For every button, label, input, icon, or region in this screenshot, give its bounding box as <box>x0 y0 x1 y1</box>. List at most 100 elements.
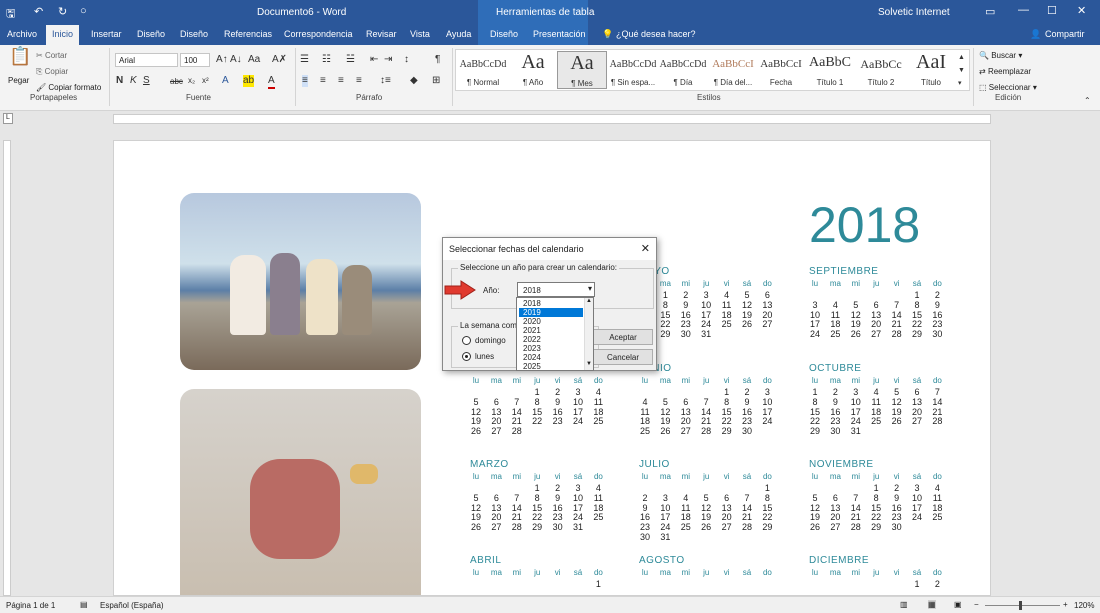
superscript-icon[interactable]: x² <box>202 75 209 87</box>
styles-more-icon[interactable]: ▾ <box>958 78 962 90</box>
subscript-icon[interactable]: x₂ <box>188 75 195 87</box>
read-mode-icon[interactable]: ▥ <box>900 600 908 609</box>
style-fecha[interactable]: AaBbCcI Fecha <box>756 51 806 89</box>
year-option[interactable]: 2022 <box>519 335 583 344</box>
style-dia-del[interactable]: AaBbCcI ¶ Día del... <box>708 51 758 89</box>
font-name-combo[interactable]: Arial <box>115 53 178 67</box>
tab-presentacion[interactable]: Presentación <box>533 29 586 39</box>
maximize-icon[interactable]: ☐ <box>1047 4 1057 17</box>
web-layout-icon[interactable]: ▣ <box>954 600 962 609</box>
year-option[interactable]: 2019 <box>519 308 583 317</box>
redo-icon[interactable]: ↻ <box>58 5 67 18</box>
bullets-icon[interactable]: ☰ <box>300 54 309 66</box>
tab-vista[interactable]: Vista <box>410 29 430 39</box>
justify-icon[interactable]: ≡ <box>356 75 362 87</box>
style-titulo-1[interactable]: AaBbC Título 1 <box>805 51 855 89</box>
font-size-combo[interactable]: 100 <box>180 53 210 67</box>
undo-icon[interactable]: ↶ <box>34 5 43 18</box>
sort-icon[interactable]: ↕ <box>404 54 409 66</box>
sunday-label[interactable]: domingo <box>475 336 506 345</box>
tell-me-input[interactable]: ¿Qué desea hacer? <box>616 29 696 39</box>
shading-icon[interactable]: ◆ <box>410 75 418 87</box>
year-option[interactable]: 2020 <box>519 317 583 326</box>
zoom-slider[interactable] <box>985 601 1060 610</box>
share-button[interactable]: Compartir <box>1045 29 1085 39</box>
shrink-font-icon[interactable]: A↓ <box>230 54 242 66</box>
photo-boy-running[interactable] <box>180 389 421 595</box>
styles-scroll-up-icon[interactable]: ▲ <box>958 52 965 64</box>
style-titulo[interactable]: AaI Título <box>906 51 956 89</box>
year-options-list[interactable]: ▲ ▼ 2018 2019 2020 2021 2022 2023 2024 2025 <box>516 297 594 371</box>
zoom-level[interactable]: 120% <box>1074 601 1094 610</box>
tab-inicio[interactable]: Inicio <box>46 25 80 45</box>
sunday-radio[interactable] <box>462 336 471 345</box>
close-icon[interactable]: ✕ <box>1077 4 1086 17</box>
tab-referencias[interactable]: Referencias <box>224 29 272 39</box>
tab-archivo[interactable]: Archivo <box>7 29 37 39</box>
multilevel-list-icon[interactable]: ☱ <box>346 54 355 66</box>
show-marks-icon[interactable]: ¶ <box>435 54 440 66</box>
minimize-icon[interactable]: — <box>1018 4 1029 16</box>
zoom-in-icon[interactable]: + <box>1063 600 1068 609</box>
align-left-icon[interactable]: ≡ <box>302 75 308 87</box>
replace-button[interactable]: ⇄ Reemplazar <box>979 67 1031 76</box>
year-select[interactable]: 2018 ▾ <box>517 282 595 297</box>
monday-radio[interactable] <box>462 352 471 361</box>
tab-diseno-2[interactable]: Diseño <box>180 29 208 39</box>
tab-revisar[interactable]: Revisar <box>366 29 397 39</box>
horizontal-ruler[interactable]: L <box>0 112 1100 126</box>
style-sin-espacio[interactable]: AaBbCcDd ¶ Sin espa... <box>608 51 658 89</box>
align-right-icon[interactable]: ≡ <box>338 75 344 87</box>
style-ano[interactable]: Aa ¶ Año <box>508 51 558 89</box>
style-titulo-2[interactable]: AaBbCc Título 2 <box>856 51 906 89</box>
change-case-icon[interactable]: Aa <box>248 54 260 66</box>
find-button[interactable]: 🔍 Buscar ▾ <box>979 51 1022 60</box>
page-count[interactable]: Página 1 de 1 <box>6 601 55 610</box>
paste-button[interactable]: Pegar <box>8 76 29 85</box>
align-center-icon[interactable]: ≡ <box>320 75 326 87</box>
year-option[interactable]: 2021 <box>519 326 583 335</box>
grow-font-icon[interactable]: A↑ <box>216 54 228 66</box>
copy-button[interactable]: ⎘ Copiar <box>36 67 68 77</box>
borders-icon[interactable]: ⊞ <box>432 75 440 87</box>
cancel-button[interactable]: Cancelar <box>593 349 653 365</box>
underline-icon[interactable]: S <box>143 75 150 87</box>
bold-icon[interactable]: N <box>116 75 123 87</box>
strikethrough-icon[interactable]: abc <box>170 76 183 88</box>
year-option[interactable]: 2025 <box>519 362 583 371</box>
year-option[interactable]: 2023 <box>519 344 583 353</box>
paste-icon[interactable]: 📋 <box>9 47 31 72</box>
tab-ayuda[interactable]: Ayuda <box>446 29 471 39</box>
format-painter-button[interactable]: 🖌 Copiar formato <box>36 83 101 92</box>
list-scrollbar[interactable]: ▲ ▼ <box>584 298 593 370</box>
collapse-ribbon-icon[interactable]: ⌃ <box>1084 95 1091 107</box>
ok-button[interactable]: Aceptar <box>593 329 653 345</box>
increase-indent-icon[interactable]: ⇥ <box>384 54 392 66</box>
text-effects-icon[interactable]: A <box>222 75 229 87</box>
numbering-icon[interactable]: ☷ <box>322 54 331 66</box>
tab-selector-icon[interactable]: L <box>3 113 13 124</box>
style-dia[interactable]: AaBbCcDd ¶ Día <box>658 51 708 89</box>
user-name[interactable]: Solvetic Internet <box>878 7 950 18</box>
print-layout-icon[interactable]: ▦ <box>928 600 936 609</box>
language[interactable]: Español (España) <box>100 601 164 610</box>
save-icon[interactable]: 🖫 <box>6 5 15 24</box>
line-spacing-icon[interactable]: ↕≡ <box>380 75 391 87</box>
vertical-ruler[interactable] <box>0 126 14 596</box>
select-button[interactable]: ⬚ Seleccionar ▾ <box>979 83 1037 92</box>
dialog-close-icon[interactable]: ✕ <box>641 242 650 255</box>
italic-icon[interactable]: K <box>130 75 137 87</box>
style-normal[interactable]: AaBbCcDd ¶ Normal <box>458 51 508 89</box>
scroll-down-icon[interactable]: ▼ <box>586 361 592 367</box>
highlight-icon[interactable]: ab <box>243 75 255 87</box>
proofing-icon[interactable]: ▤ <box>80 600 88 609</box>
ribbon-options-icon[interactable]: ▭ <box>985 5 995 18</box>
style-mes[interactable]: Aa ¶ Mes <box>557 51 607 89</box>
year-option[interactable]: 2018 <box>519 299 583 308</box>
zoom-out-icon[interactable]: − <box>974 600 979 609</box>
tab-correspondencia[interactable]: Correspondencia <box>284 29 353 39</box>
clear-format-icon[interactable]: A✗ <box>272 54 287 66</box>
decrease-indent-icon[interactable]: ⇤ <box>370 54 378 66</box>
tab-diseno[interactable]: Diseño <box>137 29 165 39</box>
photo-children-beach[interactable] <box>180 193 421 370</box>
